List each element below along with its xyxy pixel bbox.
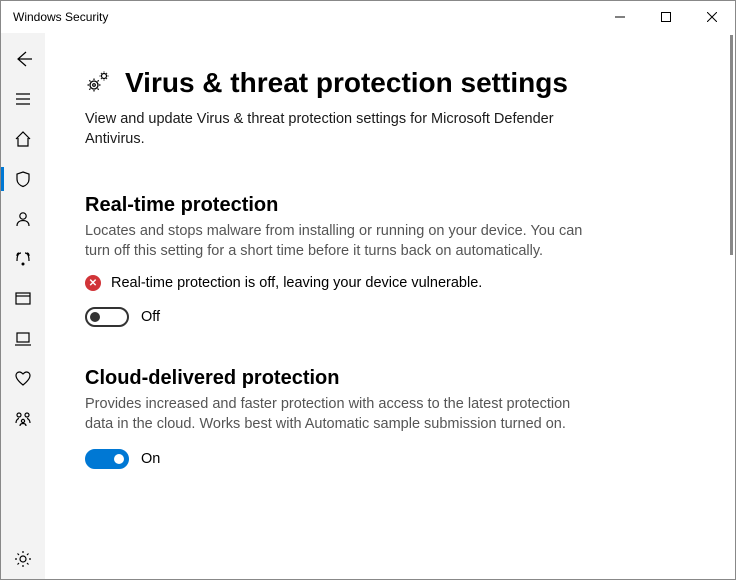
maximize-button[interactable]: [643, 1, 689, 33]
realtime-warning-text: Real-time protection is off, leaving you…: [111, 275, 482, 291]
settings-gears-icon: [85, 70, 111, 96]
cloud-description: Provides increased and faster protection…: [85, 394, 585, 435]
maximize-icon: [661, 12, 671, 22]
gear-icon: [14, 550, 32, 568]
main-content: Virus & threat protection settings View …: [45, 33, 735, 579]
sidebar-item-device-performance[interactable]: [1, 359, 45, 399]
cloud-toggle-label: On: [141, 451, 160, 467]
sidebar-item-device-security[interactable]: [1, 319, 45, 359]
sidebar-item-settings[interactable]: [1, 539, 45, 579]
sidebar: [1, 33, 45, 579]
scrollbar[interactable]: [730, 35, 733, 255]
device-icon: [14, 330, 32, 348]
minimize-button[interactable]: [597, 1, 643, 33]
realtime-warning: ✕ Real-time protection is off, leaving y…: [85, 275, 585, 291]
network-icon: [14, 250, 32, 268]
sidebar-item-home[interactable]: [1, 119, 45, 159]
window-title: Windows Security: [13, 10, 108, 24]
app-icon: [14, 290, 32, 308]
page-description: View and update Virus & threat protectio…: [85, 109, 585, 150]
cloud-title: Cloud-delivered protection: [85, 367, 585, 390]
realtime-title: Real-time protection: [85, 194, 585, 217]
back-arrow-icon: [14, 50, 32, 68]
family-icon: [14, 410, 32, 428]
cloud-protection-section: Cloud-delivered protection Provides incr…: [85, 367, 585, 469]
error-icon: ✕: [85, 275, 101, 291]
back-button[interactable]: [1, 39, 45, 79]
shield-icon: [14, 170, 32, 188]
realtime-protection-section: Real-time protection Locates and stops m…: [85, 194, 585, 328]
sidebar-item-virus-protection[interactable]: [1, 159, 45, 199]
close-icon: [707, 12, 717, 22]
sidebar-item-account-protection[interactable]: [1, 199, 45, 239]
sidebar-item-app-browser[interactable]: [1, 279, 45, 319]
close-button[interactable]: [689, 1, 735, 33]
menu-button[interactable]: [1, 79, 45, 119]
realtime-description: Locates and stops malware from installin…: [85, 221, 585, 262]
sidebar-item-firewall[interactable]: [1, 239, 45, 279]
sidebar-item-family-options[interactable]: [1, 399, 45, 439]
cloud-toggle[interactable]: [85, 449, 129, 469]
realtime-toggle[interactable]: [85, 307, 129, 327]
heart-icon: [14, 370, 32, 388]
home-icon: [14, 130, 32, 148]
hamburger-icon: [15, 91, 31, 107]
realtime-toggle-label: Off: [141, 309, 160, 325]
titlebar: Windows Security: [1, 1, 735, 33]
minimize-icon: [615, 12, 625, 22]
page-title: Virus & threat protection settings: [125, 67, 568, 99]
person-icon: [14, 210, 32, 228]
